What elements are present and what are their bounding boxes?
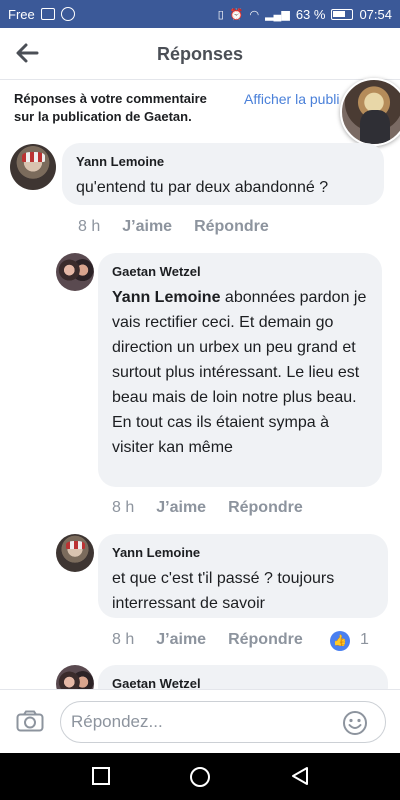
comment-bubble: Yann Lemoine qu'entend tu par deux aband… [62,143,384,205]
wifi-icon: ◠ [249,8,260,21]
chat-head-avatar[interactable] [340,78,400,146]
mention-link[interactable]: Yann Lemoine [112,289,220,306]
like-button[interactable]: J’aime [156,631,206,649]
reply-button[interactable]: Répondre [228,499,303,517]
comment-bubble: Yann Lemoine et que c'est t'il passé ? t… [98,534,388,618]
signal-icon: ▂▄▆ [265,8,290,21]
page-title: Réponses [156,44,244,64]
comment-author[interactable]: Yann Lemoine [76,154,370,169]
back-nav-icon[interactable] [290,766,310,786]
alarm-icon: ⏰ [229,8,244,21]
reaction-count[interactable]: 1 [360,631,369,649]
image-notification-icon [40,8,55,20]
view-post-link[interactable]: Afficher la publi [244,91,348,107]
comment-time: 8 h [112,631,135,648]
comment-author[interactable]: Yann Lemoine [112,545,374,560]
comment-time: 8 h [112,499,135,516]
recent-apps-icon[interactable] [91,766,111,786]
vibrate-icon: ▯ [217,8,224,21]
home-icon[interactable] [189,766,211,788]
messenger-notification-icon [60,7,75,21]
comment-actions: 8 h J’aime Répondre [78,218,269,236]
like-button[interactable]: J’aime [122,218,172,236]
comment-actions: 8 h J’aime Répondre [112,631,303,649]
context-line-1: Réponses à votre commentaire [14,91,207,106]
like-button[interactable]: J’aime [156,499,206,517]
smiley-icon[interactable] [342,710,368,736]
avatar[interactable] [56,253,94,291]
status-bar: Free ▯ ⏰ ◠ ▂▄▆ 63 % 07:54 [0,0,400,28]
comment-text: et que c'est t'il passé ? toujours inter… [112,570,335,612]
avatar[interactable] [56,534,94,572]
context-line-2: sur la publication de Gaetan. [14,109,192,124]
comment-text: Yann Lemoine abonnées pardon je vais rec… [112,285,368,460]
battery-percent: 63 % [295,6,326,22]
comment-text: qu'entend tu par deux abandonné ? [76,179,329,196]
like-reaction-icon[interactable]: 👍 [330,631,350,651]
reply-button[interactable]: Répondre [228,631,303,649]
reply-input[interactable]: Répondez... [60,701,386,743]
comment-time: 8 h [78,218,101,235]
comment-actions: 8 h J’aime Répondre [112,499,303,517]
comment-author[interactable]: Gaetan Wetzel [112,264,368,279]
reply-composer: Répondez... [0,689,400,753]
carrier-label: Free [8,6,35,22]
avatar[interactable] [10,144,56,190]
system-navigation-bar [0,753,400,800]
context-description: Réponses à votre commentaire sur la publ… [14,90,224,126]
clock: 07:54 [359,6,392,22]
comment-bubble: Gaetan Wetzel Yann Lemoine abonnées pard… [98,253,382,487]
battery-icon [331,8,354,20]
reply-button[interactable]: Répondre [194,218,269,236]
camera-icon[interactable] [16,710,44,732]
comment-body: abonnées pardon je vais rectifier ceci. … [112,289,367,456]
header: Réponses [0,28,400,80]
